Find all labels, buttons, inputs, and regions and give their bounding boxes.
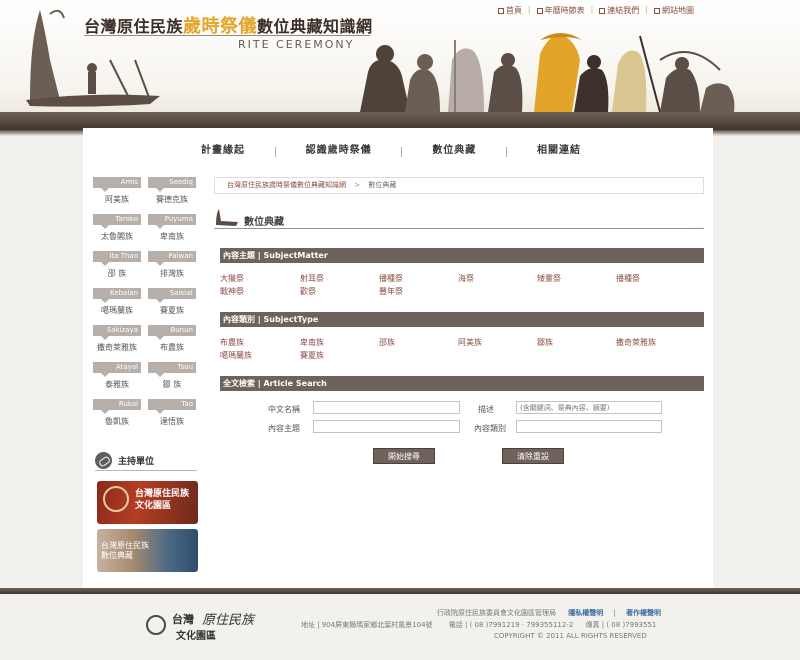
site-subtitle: RITE CEREMONY: [238, 38, 355, 51]
subject-input[interactable]: [313, 420, 460, 433]
search-button[interactable]: 開始搜尋: [373, 448, 435, 464]
nav-item-about[interactable]: 計畫緣起: [201, 136, 245, 166]
organizer-heading: 主持單位: [95, 450, 197, 470]
tribe-item-saisiat[interactable]: Saisiat 賽夏族: [148, 288, 196, 324]
square-icon: [536, 7, 543, 14]
square-icon: [599, 7, 606, 14]
subject-type-link[interactable]: 鄒族: [537, 337, 553, 348]
subject-type-link[interactable]: 布農族: [220, 337, 244, 348]
tribe-item-seediq[interactable]: Seediq 賽德克族: [148, 177, 196, 213]
tribe-item-rukai[interactable]: Rukai 魯凱族: [93, 399, 141, 435]
organizer-divider: [95, 470, 197, 471]
footer-logo[interactable]: 台灣 原住民族 文化園區: [146, 607, 274, 643]
name-label: 中文名稱: [268, 405, 300, 414]
type-label: 內容類別: [474, 424, 506, 433]
subject-matter-link[interactable]: 射耳祭: [300, 273, 324, 284]
subject-matter-link[interactable]: 戰神祭: [220, 286, 244, 297]
breadcrumb: 台灣原住民族歲時祭儀數位典藏知識網 > 數位典藏: [214, 177, 704, 194]
subject-type-header: 內容類別 | SubjectType: [220, 312, 704, 327]
square-icon: [654, 7, 660, 14]
tribe-item-tao[interactable]: Tao 達悟族: [148, 399, 196, 435]
section-divider: [214, 228, 704, 229]
agency-name: 行政院原住民族委員會文化園區管理局: [437, 609, 556, 617]
top-link-home[interactable]: 首頁: [497, 5, 522, 16]
privacy-link[interactable]: 隱私權聲明: [568, 609, 603, 617]
breadcrumb-separator: >: [354, 181, 361, 189]
tribe-item-thao[interactable]: Ita Thao 邵 族: [93, 251, 141, 287]
tribe-item-atayal[interactable]: Atayal 泰雅族: [93, 362, 141, 398]
description-label: 描述: [478, 405, 494, 414]
top-links: 首頁 | 年曆時節表 | 連結我們 | 網站地圖: [497, 5, 694, 16]
subject-type-link[interactable]: 阿美族: [458, 337, 482, 348]
more-icon: ...: [691, 221, 704, 232]
address: 地址 | 904屏東縣瑪家鄉北葉村風景104號: [301, 621, 433, 629]
culture-park-banner[interactable]: 台灣原住民族 文化園區: [97, 481, 198, 524]
subject-type-link[interactable]: 噶瑪蘭族: [220, 350, 252, 361]
section-heading: 數位典藏 ...: [214, 207, 704, 232]
top-link-sitemap[interactable]: 網站地圖: [654, 5, 694, 16]
emblem-icon: [146, 615, 166, 635]
site-title-part1: 台灣原住民族: [84, 17, 184, 36]
tribe-item-bunun[interactable]: Bunun 布農族: [148, 325, 196, 361]
emblem-icon: [103, 486, 129, 512]
subject-matter-link[interactable]: 播種祭: [379, 273, 403, 284]
organizer-title: 主持單位: [118, 456, 155, 467]
digital-archive-banner[interactable]: 台灣原住民族 數位典藏: [97, 529, 198, 572]
breadcrumb-current: 數位典藏: [368, 181, 397, 189]
header: 台灣原住民族歲時祭儀數位典藏知識網 RITE CEREMONY 首頁 | 年曆時…: [0, 0, 800, 112]
breadcrumb-home[interactable]: 台灣原住民族歲時祭儀數位典藏知識網: [227, 181, 346, 189]
subject-matter-link[interactable]: 大獵祭: [220, 273, 244, 284]
subject-type-link[interactable]: 賽夏族: [300, 350, 324, 361]
type-input[interactable]: [516, 420, 662, 433]
tribe-item-tsou[interactable]: Tsou 鄒 族: [148, 362, 196, 398]
subject-matter-link[interactable]: 海祭: [458, 273, 474, 284]
subject-type-link[interactable]: 邵族: [379, 337, 395, 348]
subject-matter-header: 內容主題 | SubjectMatter: [220, 248, 704, 263]
nav-item-links[interactable]: 相關連結: [537, 136, 581, 166]
nav-item-ceremony[interactable]: 認識歲時祭儀: [306, 136, 372, 166]
description-input[interactable]: [516, 401, 662, 414]
tribe-item-puyuma[interactable]: Puyuma 卑南族: [148, 214, 196, 250]
subject-matter-link[interactable]: 歡祭: [300, 286, 316, 297]
nav-separator: [401, 147, 403, 157]
top-link-calendar[interactable]: 年曆時節表: [536, 5, 585, 16]
main-nav: 計畫緣起 認識歲時祭儀 數位典藏 相關連結: [83, 136, 713, 166]
canoe-icon: [216, 209, 238, 226]
square-icon: [497, 7, 504, 14]
subject-type-link[interactable]: 卑南族: [300, 337, 324, 348]
reset-button[interactable]: 清除重設: [502, 448, 564, 464]
tribe-item-taroko[interactable]: Taroko 太魯閣族: [93, 214, 141, 250]
site-title-highlight: 歲時祭儀: [183, 16, 258, 37]
copyright-text: COPYRIGHT © 2011 ALL RIGHTS RESERVED: [494, 632, 647, 640]
fax: 傳真 | ( 08 )7993551: [585, 621, 657, 629]
site-title-part2: 數位典藏知識網: [257, 17, 373, 36]
title-divider: [84, 35, 370, 36]
footer-agency-line: 行政院原住民族委員會文化園區管理局 隱私權聲明 | 著作權聲明: [437, 609, 662, 617]
page: 台灣原住民族歲時祭儀數位典藏知識網 RITE CEREMONY 首頁 | 年曆時…: [0, 0, 800, 660]
subject-matter-link[interactable]: 矮靈祭: [537, 273, 561, 284]
link-icon: [95, 451, 112, 469]
nav-separator: [274, 147, 276, 157]
page-title: 數位典藏: [244, 217, 284, 228]
copyright-link[interactable]: 著作權聲明: [626, 609, 661, 617]
phone: 電話 | ( 08 )7991219 · 799355112-2: [448, 621, 574, 629]
tribe-item-paiwan[interactable]: Paiwan 排灣族: [148, 251, 196, 287]
article-search-header: 全文檢索 | Article Search: [220, 376, 704, 391]
subject-matter-link[interactable]: 播種祭: [616, 273, 640, 284]
subject-type-link[interactable]: 撒奇萊雅族: [616, 337, 656, 348]
tribe-item-sakizaya[interactable]: Sakizaya 撒奇萊雅族: [93, 325, 141, 361]
subject-label: 內容主題: [268, 424, 300, 433]
tribe-item-kebalan[interactable]: Kebalan 噶瑪蘭族: [93, 288, 141, 324]
top-link-contact[interactable]: 連結我們: [599, 5, 639, 16]
tribe-item-amis[interactable]: Amis 阿美族: [93, 177, 141, 213]
subject-matter-link[interactable]: 豐年祭: [379, 286, 403, 297]
footer-contact-line: 地址 | 904屏東縣瑪家鄉北葉村風景104號 電話 | ( 08 )79912…: [301, 620, 656, 630]
nav-item-archive[interactable]: 數位典藏: [432, 136, 476, 166]
nav-separator: [506, 147, 508, 157]
